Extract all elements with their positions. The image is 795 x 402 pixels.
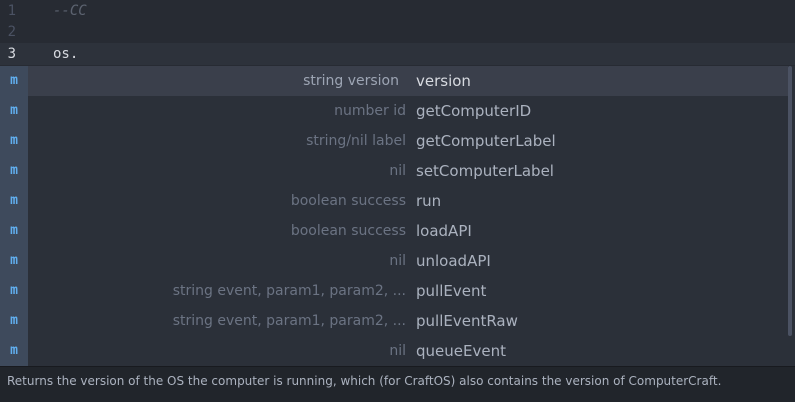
suggestion-name: queueEvent xyxy=(416,342,506,360)
autocomplete-item[interactable]: m number id getComputerID xyxy=(0,96,795,126)
editor-line[interactable]: 2 xyxy=(0,21,795,43)
return-type-label: nil xyxy=(389,163,406,179)
method-kind-badge: m xyxy=(0,246,28,276)
suggestion-name: loadAPI xyxy=(416,222,472,240)
method-kind-badge: m xyxy=(0,186,28,216)
suggestion-name: pullEvent xyxy=(416,282,487,300)
autocomplete-item[interactable]: m nil unloadAPI xyxy=(0,246,795,276)
code-comment[interactable]: --CC xyxy=(53,3,87,19)
autocomplete-popup[interactable]: m string version version m number id get… xyxy=(0,66,795,366)
autocomplete-item[interactable]: m boolean success run xyxy=(0,186,795,216)
autocomplete-item[interactable]: m boolean success loadAPI xyxy=(0,216,795,246)
method-kind-badge: m xyxy=(0,276,28,306)
suggestion-name: getComputerID xyxy=(416,102,532,120)
autocomplete-item[interactable]: m nil setComputerLabel xyxy=(0,156,795,186)
suggestion-name: getComputerLabel xyxy=(416,132,556,150)
method-kind-badge: m xyxy=(0,336,28,366)
editor-line[interactable]: 1 --CC xyxy=(0,0,795,22)
line-number: 2 xyxy=(7,24,16,40)
autocomplete-item[interactable]: m string version version xyxy=(0,66,788,96)
autocomplete-item[interactable]: m string event, param1, param2, ... pull… xyxy=(0,306,795,336)
return-type-label: number id xyxy=(334,103,406,119)
return-type-label: nil xyxy=(389,343,406,359)
autocomplete-item[interactable]: m string/nil label getComputerLabel xyxy=(0,126,795,156)
line-number: 1 xyxy=(7,3,16,19)
method-kind-badge: m xyxy=(0,66,28,96)
popup-scrollbar[interactable] xyxy=(788,66,792,336)
method-kind-badge: m xyxy=(0,156,28,186)
autocomplete-item[interactable]: m string event, param1, param2, ... pull… xyxy=(0,276,795,306)
editor-line-current[interactable]: 3 os. xyxy=(0,43,795,65)
method-kind-badge: m xyxy=(0,216,28,246)
code-text[interactable]: os. xyxy=(53,46,78,62)
suggestion-name: pullEventRaw xyxy=(416,312,518,330)
autocomplete-item[interactable]: m nil queueEvent xyxy=(0,336,795,366)
suggestion-description-panel: Returns the version of the OS the comput… xyxy=(0,366,795,402)
suggestion-name: unloadAPI xyxy=(416,252,491,270)
method-kind-badge: m xyxy=(0,96,28,126)
return-type-label: string event, param1, param2, ... xyxy=(172,283,406,299)
return-type-label: boolean success xyxy=(290,223,406,239)
return-type-label: string/nil label xyxy=(306,133,406,149)
method-kind-badge: m xyxy=(0,126,28,156)
suggestion-name: setComputerLabel xyxy=(416,162,554,180)
suggestion-name: run xyxy=(416,192,442,210)
return-type-label: nil xyxy=(389,253,406,269)
code-editor[interactable]: 1 --CC 2 3 os. xyxy=(0,0,795,66)
return-type-label: string event, param1, param2, ... xyxy=(172,313,406,329)
method-kind-badge: m xyxy=(0,306,28,336)
return-type-label: string version xyxy=(303,73,399,89)
suggestion-description: Returns the version of the OS the comput… xyxy=(7,374,722,388)
return-type-label: boolean success xyxy=(290,193,406,209)
suggestion-name: version xyxy=(416,72,471,90)
line-number: 3 xyxy=(7,46,16,62)
